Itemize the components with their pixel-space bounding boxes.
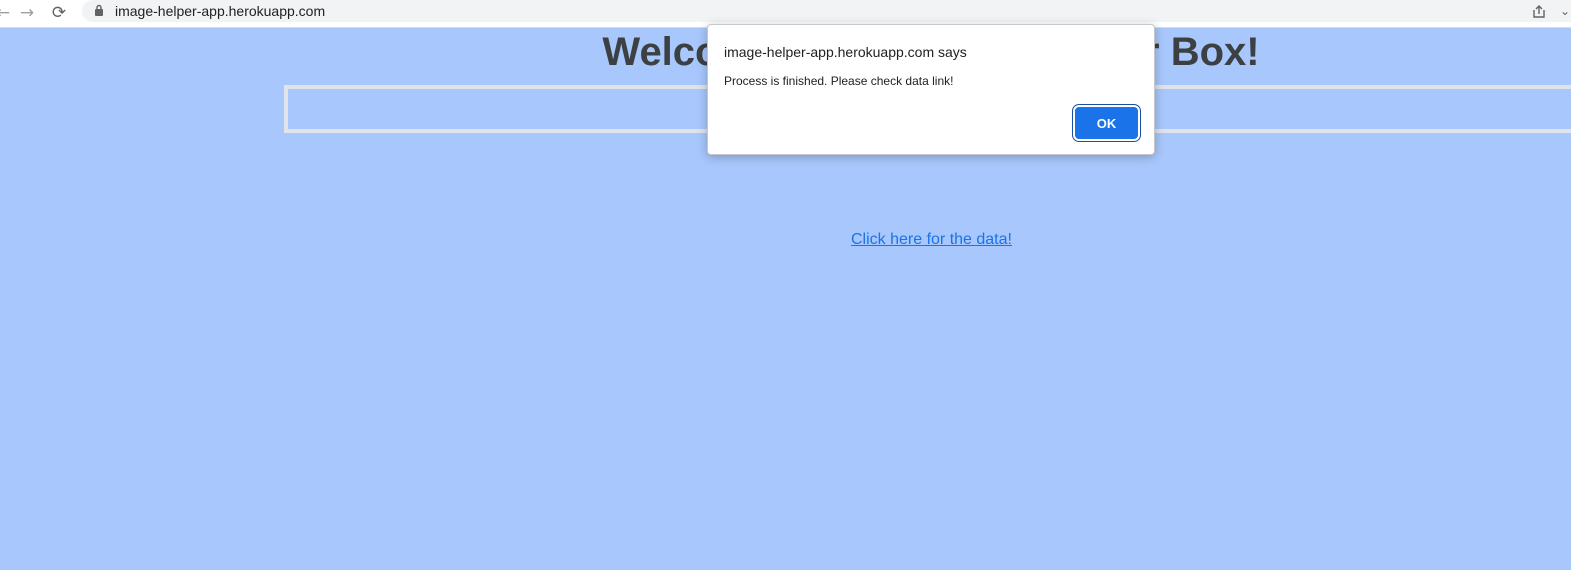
reload-icon[interactable]: ⟳ <box>48 3 70 23</box>
back-arrow-icon[interactable]: ← <box>0 3 14 23</box>
dialog-title: image-helper-app.herokuapp.com says <box>724 44 967 60</box>
ok-button[interactable]: OK <box>1075 107 1138 139</box>
dialog-message: Process is finished. Please check data l… <box>724 74 954 88</box>
share-icon[interactable] <box>1531 4 1547 20</box>
lock-icon[interactable] <box>94 4 104 16</box>
chevron-down-icon[interactable]: ⌄ <box>1560 4 1571 20</box>
url-text[interactable]: image-helper-app.herokuapp.com <box>115 3 325 19</box>
data-link[interactable]: Click here for the data! <box>851 231 1012 249</box>
forward-arrow-icon[interactable]: → <box>16 3 38 23</box>
alert-dialog: image-helper-app.herokuapp.com says Proc… <box>707 24 1155 155</box>
